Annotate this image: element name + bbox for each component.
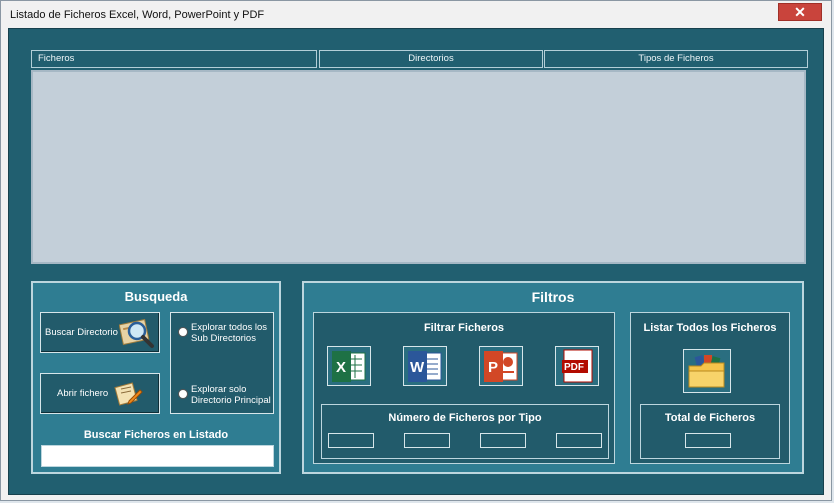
column-header-tipos[interactable]: Tipos de Ficheros	[544, 50, 808, 68]
magnifier-folder-icon	[119, 318, 154, 348]
excel-icon: X	[332, 351, 366, 382]
list-headers: Ficheros Directorios Tipos de Ficheros	[31, 50, 808, 68]
word-icon: W	[408, 351, 442, 382]
buscar-directorio-label: Buscar Directorio	[45, 327, 118, 338]
busqueda-title: Busqueda	[124, 289, 188, 304]
svg-text:X: X	[336, 359, 346, 376]
count-excel	[328, 433, 374, 448]
abrir-fichero-label: Abrir fichero	[57, 388, 109, 399]
svg-text:P: P	[488, 359, 498, 376]
count-pdf	[556, 433, 602, 448]
svg-text:W: W	[410, 359, 425, 376]
buscar-directorio-button[interactable]: Buscar Directorio	[40, 312, 160, 353]
count-powerpoint	[480, 433, 526, 448]
filtros-panel: Filtros Filtrar Ficheros X W P PDF Númer…	[302, 281, 804, 474]
listar-todos-panel: Listar Todos los Ficheros Total de Fiche…	[630, 312, 790, 464]
app-window: Listado de Ficheros Excel, Word, PowerPo…	[0, 0, 832, 501]
total-ficheros-panel: Total de Ficheros	[640, 404, 780, 459]
total-ficheros-value	[685, 433, 731, 448]
pdf-icon: PDF	[562, 349, 593, 383]
explorar-options: Explorar todos los Sub Directorios Explo…	[170, 312, 274, 414]
filtros-title: Filtros	[531, 289, 575, 305]
svg-text:PDF: PDF	[564, 362, 584, 373]
radio-subdirectorios-label: Explorar todos los Sub Directorios	[191, 322, 268, 344]
files-listbox[interactable]	[31, 70, 806, 264]
listar-todos-title: Listar Todos los Ficheros	[643, 322, 777, 334]
filter-excel-button[interactable]: X	[327, 346, 371, 386]
buscar-ficheros-label: Buscar Ficheros en Listado	[83, 429, 229, 441]
filtrar-ficheros-title: Filtrar Ficheros	[423, 322, 505, 334]
buscar-ficheros-input[interactable]	[41, 445, 274, 467]
open-file-icon	[114, 382, 143, 406]
title-bar: Listado de Ficheros Excel, Word, PowerPo…	[1, 1, 831, 29]
powerpoint-icon: P	[484, 351, 518, 382]
count-word	[404, 433, 450, 448]
filtrar-ficheros-panel: Filtrar Ficheros X W P PDF Número de Fic…	[313, 312, 615, 464]
numero-ficheros-panel: Número de Ficheros por Tipo	[321, 404, 609, 459]
numero-ficheros-title: Número de Ficheros por Tipo	[388, 412, 542, 424]
radio-directorio-principal[interactable]	[178, 389, 188, 399]
filter-powerpoint-button[interactable]: P	[479, 346, 523, 386]
folder-icon	[688, 355, 725, 388]
listar-todos-button[interactable]	[683, 349, 731, 393]
form-body: Ficheros Directorios Tipos de Ficheros B…	[8, 28, 824, 495]
filter-word-button[interactable]: W	[403, 346, 447, 386]
busqueda-panel: Busqueda Buscar Directorio Abrir fichero	[31, 281, 281, 474]
abrir-fichero-button[interactable]: Abrir fichero	[40, 373, 160, 414]
filter-pdf-button[interactable]: PDF	[555, 346, 599, 386]
column-header-directorios[interactable]: Directorios	[319, 50, 543, 68]
radio-subdirectorios[interactable]	[178, 327, 188, 337]
column-header-ficheros[interactable]: Ficheros	[31, 50, 317, 68]
close-button[interactable]: ✕	[778, 3, 822, 21]
radio-directorio-principal-label: Explorar solo Directorio Principal	[191, 384, 271, 406]
total-ficheros-title: Total de Ficheros	[664, 412, 756, 424]
window-title: Listado de Ficheros Excel, Word, PowerPo…	[10, 9, 265, 21]
